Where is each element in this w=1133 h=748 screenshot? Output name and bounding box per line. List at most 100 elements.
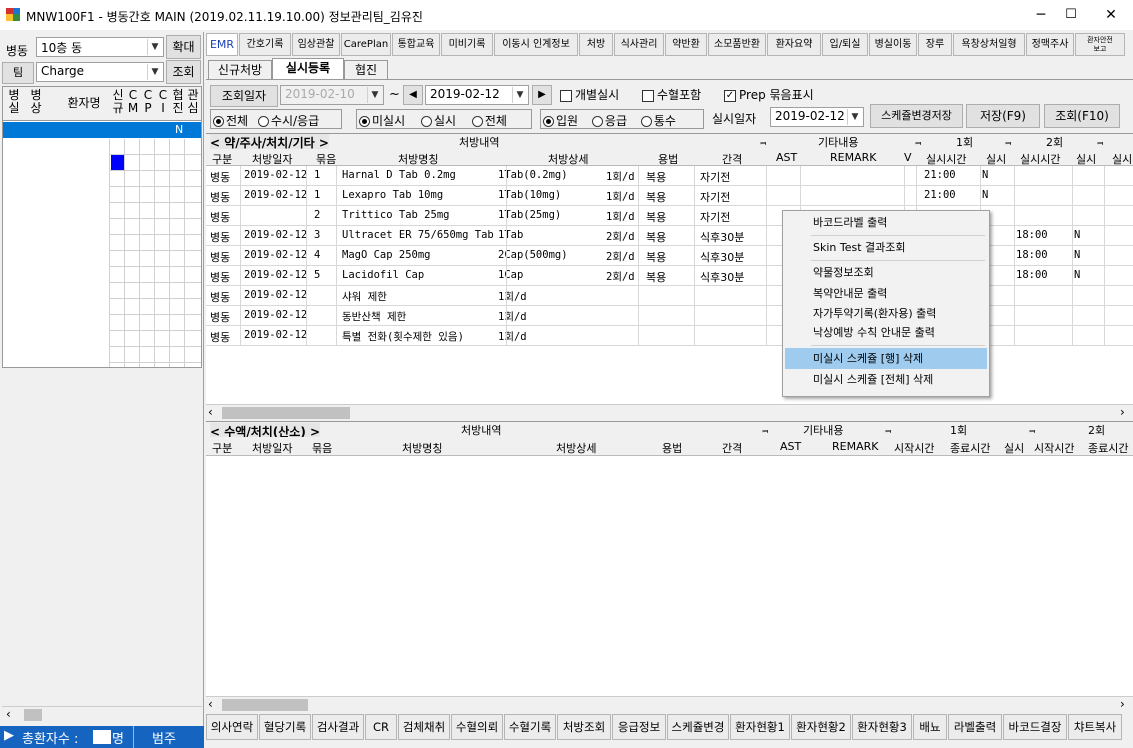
menu-med-guide[interactable]: 복약안내문 출력 [785, 283, 987, 304]
menu-delete-row-schedule[interactable]: 미실시 스케쥴 [행] 삭제 [785, 348, 987, 369]
pin-icon[interactable]: ᆿ [759, 134, 767, 147]
tab-education[interactable]: 통합교육 [392, 33, 440, 56]
menu-delete-all-schedule[interactable]: 미실시 스케쥴 [전체] 삭제 [785, 369, 987, 390]
tab-prescription[interactable]: 처방 [579, 33, 613, 56]
tab-handover[interactable]: 이동시 인계정보 [494, 33, 578, 56]
radio-outpatient[interactable]: 통수 [640, 114, 676, 128]
scroll-right-icon[interactable]: › [1120, 405, 1125, 419]
tab-emr[interactable]: EMR [206, 33, 238, 56]
table-row[interactable]: 병동 2019-02-12 1 Harnal D Tab 0.2mg 1Tab(0.2m… [206, 166, 1133, 186]
tab-stoma[interactable]: 장루 [918, 33, 952, 56]
prev-date-button[interactable]: ◀ [403, 85, 423, 105]
tab-iv[interactable]: 정맥주사 [1026, 33, 1074, 56]
menu-skin-test[interactable]: Skin Test 결과조회 [785, 237, 987, 258]
tab-patient-status-1[interactable]: 환자현황1 [730, 714, 790, 740]
tab-supply-return[interactable]: 소모품반환 [708, 33, 766, 56]
tab-doctor-contact[interactable]: 의사연락 [206, 714, 258, 740]
scroll-left-icon[interactable]: ‹ [6, 707, 11, 721]
legend-button[interactable]: 범주 [152, 728, 176, 747]
scroll-thumb[interactable] [222, 699, 308, 711]
tab-cr[interactable]: CR [365, 714, 397, 740]
table-row[interactable]: 병동 2019-02-12 5 Lacidofil Cap 1Cap 2회/d 복용 식후30… [206, 266, 1133, 286]
subtab-exec[interactable]: 실시등록 [272, 58, 344, 80]
radio-er[interactable]: 응급 [591, 114, 627, 128]
team-select[interactable]: Charge ▼ [36, 62, 164, 82]
pin-icon[interactable]: ᆿ [1004, 134, 1012, 147]
tab-safety-report[interactable]: 환자안전 보고 [1075, 33, 1125, 56]
individual-exec-checkbox[interactable]: 개별실시 [560, 86, 619, 103]
tab-nursing-record[interactable]: 간호기록 [239, 33, 291, 56]
cell-detail: 1Tab(0.2mg) [498, 169, 568, 181]
tab-emergency-info[interactable]: 응급정보 [612, 714, 666, 740]
radio-undone[interactable]: 미실시 [359, 114, 405, 128]
tab-pressure-ulcer[interactable]: 욕창상처일형 [953, 33, 1025, 56]
tab-label-print[interactable]: 라벨출력 [948, 714, 1002, 740]
tab-glucose[interactable]: 혈당기록 [259, 714, 311, 740]
tab-drug-return[interactable]: 약반환 [665, 33, 707, 56]
pin-icon[interactable]: ᆿ [761, 422, 769, 435]
table-row[interactable]: 병동 2 Trittico Tab 25mg 1Tab(25mg) 1회/d 복용 자기전 [206, 206, 1133, 226]
save-schedule-button[interactable]: 스케쥴변경저장 [870, 104, 963, 128]
radio-all[interactable]: 전체 [213, 114, 248, 128]
blood-include-checkbox[interactable]: 수혈포함 [642, 86, 701, 103]
tab-urination[interactable]: 배뇨 [913, 714, 947, 740]
pin-icon[interactable]: ᆿ [1096, 134, 1104, 147]
tab-transfusion-record[interactable]: 수혈기록 [504, 714, 556, 740]
tab-summary[interactable]: 환자요약 [767, 33, 821, 56]
team-search-button[interactable]: 조회 [166, 60, 201, 84]
tab-transfusion-request[interactable]: 수혈의뢰 [451, 714, 503, 740]
scroll-left-icon[interactable]: ‹ [208, 697, 213, 711]
tab-admit-discharge[interactable]: 입/퇴실 [822, 33, 868, 56]
table-row[interactable]: 병동 2019-02-12 1 Lexapro Tab 10mg 1Tab(10mg) 1… [206, 186, 1133, 206]
table-row[interactable]: 병동 2019-02-12 동반산책 제한 1회/d [206, 306, 1133, 326]
patient-hscroll[interactable]: ‹ [2, 706, 202, 722]
table-row[interactable]: 병동 2019-02-12 3 Ultracet ER 75/650mg Tab 1Ta… [206, 226, 1133, 246]
save-button[interactable]: 저장(F9) [966, 104, 1040, 128]
expand-button[interactable]: 확대 [166, 35, 201, 59]
radio-done[interactable]: 실시 [420, 114, 456, 128]
patient-row-selected[interactable]: N [3, 122, 201, 138]
radio-inpatient[interactable]: 입원 [543, 114, 578, 128]
table-row[interactable]: 병동 2019-02-12 샤워 제한 1회/d [206, 286, 1133, 306]
ward-select[interactable]: 10층 동 ▼ [36, 37, 164, 57]
tab-room-move[interactable]: 병실이동 [869, 33, 917, 56]
next-date-button[interactable]: ▶ [532, 85, 552, 105]
subtab-new-rx[interactable]: 신규처방 [208, 60, 272, 80]
menu-fall-prevention[interactable]: 낙상예방 수칙 안내문 출력 [785, 322, 987, 343]
subtab-consult[interactable]: 협진 [344, 60, 388, 80]
tab-test-results[interactable]: 검사결과 [312, 714, 364, 740]
menu-self-admin-record[interactable]: 자가투약기록(환자용) 출력 [785, 303, 987, 324]
tab-clinical-obs[interactable]: 임상관찰 [292, 33, 340, 56]
tab-specimen[interactable]: 검체채취 [398, 714, 450, 740]
menu-drug-info[interactable]: 약물정보조회 [785, 262, 987, 283]
date-from-field[interactable]: 2019-02-10 ▼ [280, 85, 384, 105]
pin-icon[interactable]: ᆿ [914, 134, 922, 147]
tab-rx-search[interactable]: 처방조회 [557, 714, 611, 740]
scroll-thumb[interactable] [222, 407, 350, 419]
close-button[interactable]: ✕ [1088, 0, 1133, 30]
scroll-left-icon[interactable]: ‹ [208, 405, 213, 419]
tab-barcode-check[interactable]: 바코드결장 [1003, 714, 1067, 740]
pin-icon[interactable]: ᆿ [884, 422, 892, 435]
tab-schedule-change[interactable]: 스케쥴변경 [667, 714, 729, 740]
search-button[interactable]: 조회(F10) [1044, 104, 1120, 128]
table-row[interactable]: 병동 2019-02-12 4 MagO Cap 250mg 2Cap(500mg) 2회… [206, 246, 1133, 266]
scroll-thumb[interactable] [24, 709, 42, 721]
grid1-hscroll[interactable]: ‹ › [206, 404, 1133, 420]
radio-all2[interactable]: 전체 [471, 114, 507, 128]
prep-group-checkbox[interactable]: ✓ Prep 묶음표시 [724, 86, 814, 103]
radio-stat[interactable]: 수시/응급 [257, 114, 319, 128]
exec-date-field[interactable]: 2019-02-12 ▼ [770, 107, 864, 127]
tab-patient-status-3[interactable]: 환자현황3 [852, 714, 912, 740]
grid2-hscroll[interactable]: ‹ › [206, 696, 1133, 712]
scroll-right-icon[interactable]: › [1120, 697, 1125, 711]
tab-chart-copy[interactable]: 챠트복사 [1068, 714, 1122, 740]
menu-print-barcode[interactable]: 바코드라벨 출력 [785, 212, 987, 233]
tab-meal[interactable]: 식사관리 [614, 33, 664, 56]
table-row[interactable]: 병동 2019-02-12 특별 전화(횟수제한 있음) 1회/d [206, 326, 1133, 346]
date-to-field[interactable]: 2019-02-12 ▼ [425, 85, 529, 105]
pin-icon[interactable]: ᆿ [1028, 422, 1036, 435]
tab-patient-status-2[interactable]: 환자현황2 [791, 714, 851, 740]
tab-careplan[interactable]: CarePlan [341, 33, 391, 56]
tab-incomplete[interactable]: 미비기록 [441, 33, 493, 56]
